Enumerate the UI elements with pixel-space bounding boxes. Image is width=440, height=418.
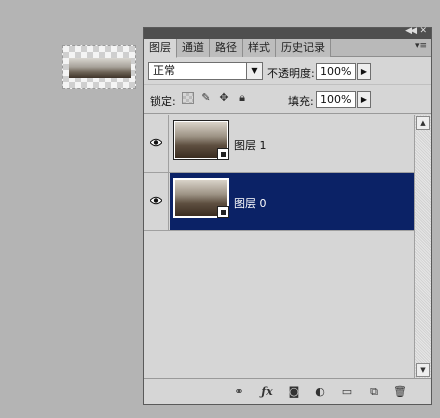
eye-icon[interactable] (150, 196, 162, 205)
lock-move-icon[interactable]: ✥ (218, 92, 230, 104)
new-layer-icon[interactable]: ⧉ (366, 385, 382, 399)
blend-mode-value: 正常 (153, 64, 175, 77)
tab-paths[interactable]: 路径 (210, 39, 243, 57)
opacity-slider-button[interactable]: ▶ (357, 63, 371, 80)
lock-all-icon[interactable]: 🔒︎ (236, 92, 248, 104)
opacity-field[interactable]: 100% (316, 63, 356, 80)
panel-tabs: 图层 通道 路径 样式 历史记录 ▾≡ (144, 39, 431, 58)
eye-icon[interactable] (150, 138, 162, 147)
fill-label: 填充: (288, 95, 314, 108)
layer-row[interactable]: 图层 1 (144, 115, 414, 173)
panel-footer: ⚭ ƒx ◙ ◐ ▭ ⧉ 🗑︎ (144, 378, 431, 404)
panel-titlebar[interactable]: ◀◀ ✕ (144, 26, 431, 39)
layer-thumbnail (173, 120, 229, 160)
tab-layers[interactable]: 图层 (144, 39, 177, 58)
visibility-toggle[interactable] (144, 115, 169, 172)
lock-brush-icon[interactable]: ✎ (200, 92, 212, 104)
dragged-layer-thumbnail[interactable] (62, 45, 136, 89)
visibility-toggle[interactable] (144, 173, 169, 230)
adjustment-layer-icon[interactable]: ◐ (312, 385, 328, 399)
add-mask-icon[interactable]: ◙ (286, 385, 302, 399)
blend-opacity-row: 正常 ▼ 不透明度: 100% ▶ (144, 57, 431, 85)
chevron-down-icon[interactable]: ▼ (246, 63, 262, 79)
fill-field[interactable]: 100% (316, 91, 356, 108)
link-layers-icon[interactable]: ⚭ (230, 385, 248, 399)
lock-label: 锁定: (150, 95, 176, 108)
layer-content[interactable]: 图层 1 (170, 115, 414, 172)
collapse-icon[interactable]: ◀◀ (405, 26, 417, 36)
tab-history[interactable]: 历史记录 (276, 39, 331, 57)
lock-fill-row: 锁定: ✎ ✥ 🔒︎ 填充: 100% ▶ (144, 85, 431, 114)
panel-menu-icon[interactable]: ▾≡ (415, 41, 427, 51)
layer-name[interactable]: 图层 0 (234, 195, 267, 211)
scroll-down-icon[interactable]: ▼ (416, 363, 430, 377)
scroll-up-icon[interactable]: ▲ (416, 116, 430, 130)
delete-layer-icon[interactable]: 🗑︎ (392, 385, 408, 399)
layers-panel: ◀◀ ✕ 图层 通道 路径 样式 历史记录 ▾≡ 正常 ▼ 不透明度: 100%… (143, 26, 432, 405)
close-icon[interactable]: ✕ (419, 26, 427, 36)
new-group-icon[interactable]: ▭ (338, 385, 356, 399)
blend-mode-select[interactable]: 正常 ▼ (148, 62, 263, 80)
layers-list: 图层 1 图层 0 (144, 115, 414, 378)
fx-icon[interactable]: ƒx (258, 385, 276, 399)
lock-transparent-icon[interactable] (182, 92, 194, 104)
layers-scrollbar[interactable]: ▲ ▼ (414, 115, 431, 378)
layer-thumbnail (173, 178, 229, 218)
layer-row-selected[interactable]: 图层 0 (144, 173, 414, 231)
fill-slider-button[interactable]: ▶ (357, 91, 371, 108)
tab-styles[interactable]: 样式 (243, 39, 276, 57)
dragged-layer-image (69, 58, 131, 78)
tab-channels[interactable]: 通道 (177, 39, 210, 57)
layer-content[interactable]: 图层 0 (170, 173, 414, 230)
smart-object-icon (217, 148, 229, 160)
layer-name[interactable]: 图层 1 (234, 137, 267, 153)
smart-object-icon (217, 206, 229, 218)
opacity-label: 不透明度: (267, 67, 315, 80)
